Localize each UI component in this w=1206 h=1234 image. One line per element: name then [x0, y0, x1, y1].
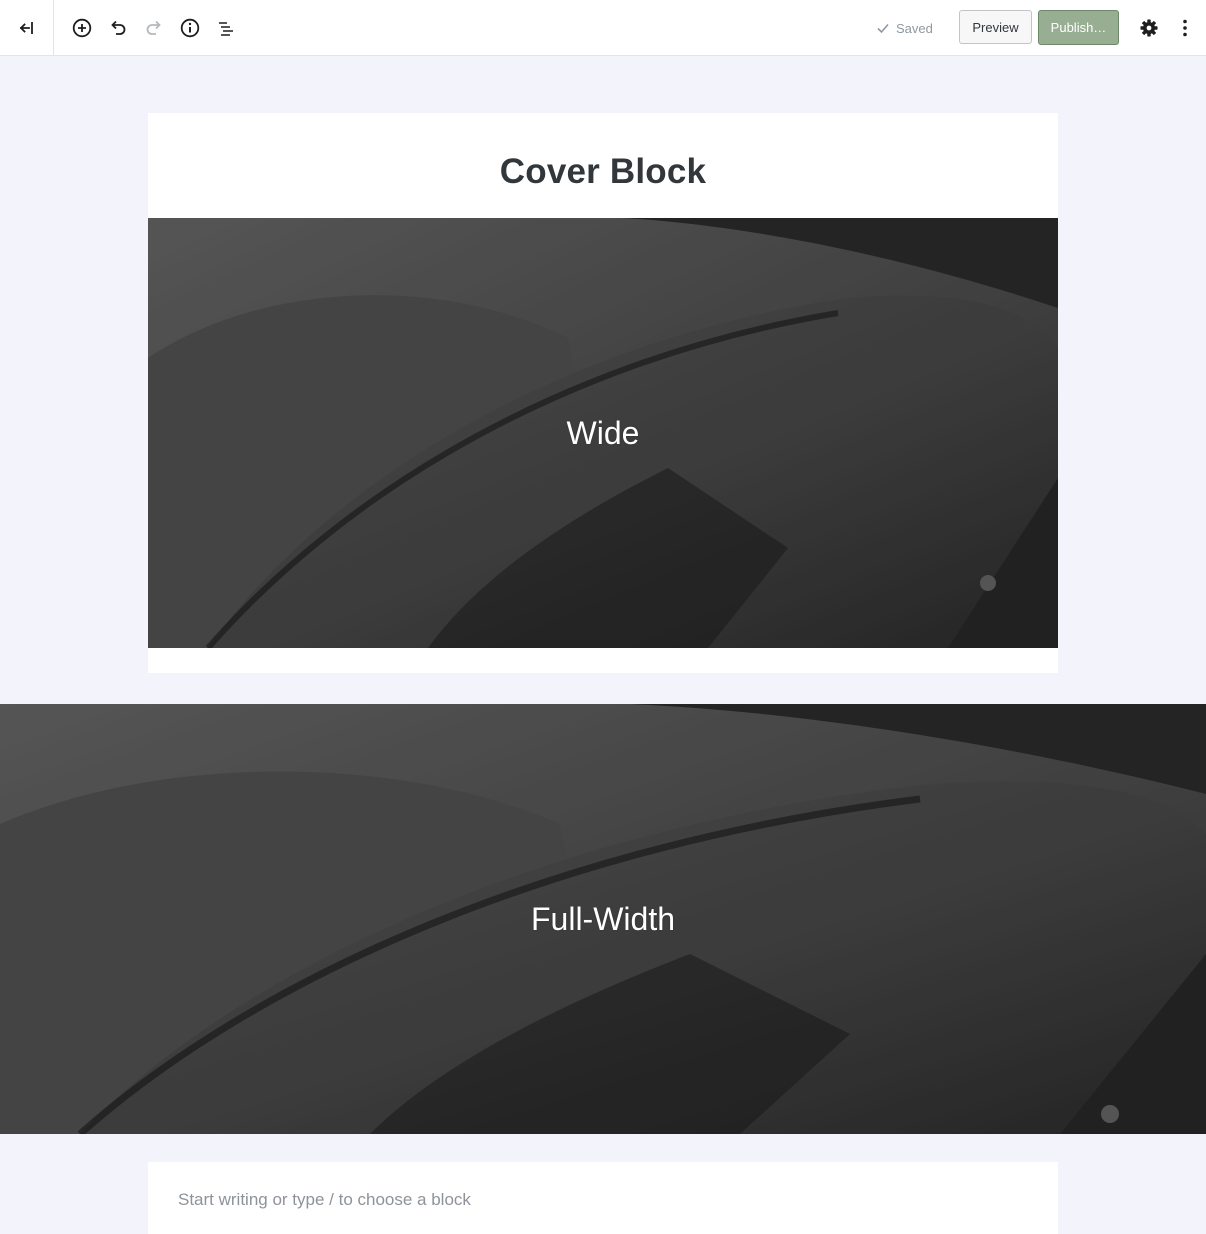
- preview-button[interactable]: Preview: [959, 10, 1032, 44]
- saved-label: Saved: [896, 20, 933, 36]
- default-block-appender[interactable]: Start writing or type / to choose a bloc…: [148, 1162, 1058, 1234]
- back-button[interactable]: [0, 0, 54, 55]
- settings-button[interactable]: [1135, 14, 1163, 42]
- undo-icon: [111, 20, 126, 35]
- post-title[interactable]: Cover Block: [0, 152, 1206, 192]
- gear-icon: [1140, 19, 1158, 37]
- info-icon: [180, 18, 200, 38]
- more-menu-button[interactable]: [1171, 14, 1199, 42]
- cover-block-wide[interactable]: Wide: [148, 218, 1058, 648]
- saved-status: Saved: [876, 18, 933, 38]
- more-vertical-icon: [1183, 19, 1187, 37]
- list-outline-icon: [219, 22, 233, 36]
- undo-button[interactable]: [104, 14, 132, 42]
- publish-button[interactable]: Publish…: [1038, 10, 1119, 45]
- cover-text-full-width[interactable]: Full-Width: [531, 901, 675, 938]
- check-icon: [877, 23, 889, 34]
- outline-button[interactable]: [212, 14, 240, 42]
- redo-icon: [146, 20, 161, 35]
- cover-text-wide[interactable]: Wide: [567, 415, 640, 452]
- redo-button[interactable]: [140, 14, 168, 42]
- plus-circle-icon: [72, 18, 92, 38]
- appender-placeholder: Start writing or type / to choose a bloc…: [178, 1190, 471, 1209]
- editor-toolbar: Saved Preview Publish…: [0, 0, 1206, 56]
- add-block-button[interactable]: [68, 14, 96, 42]
- arrow-left-bar-icon: [19, 21, 33, 34]
- cover-block-full-width[interactable]: Full-Width: [0, 704, 1206, 1134]
- details-button[interactable]: [176, 14, 204, 42]
